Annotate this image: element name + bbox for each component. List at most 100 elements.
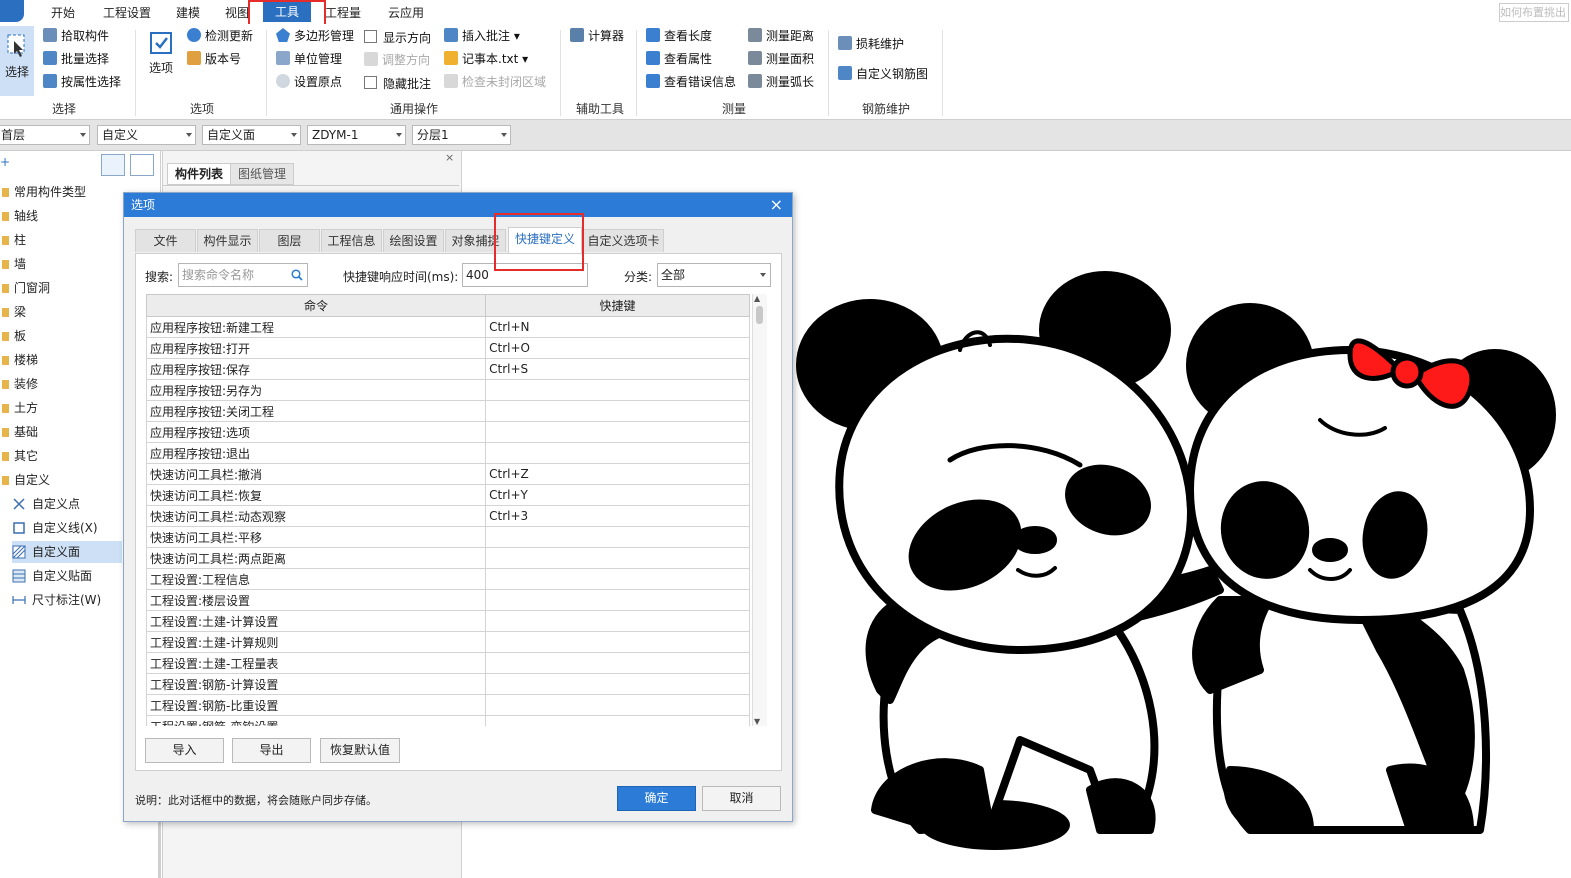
tree-category[interactable]: 常用构件类型 [2,181,86,203]
options-big-button[interactable]: 选项 [143,30,179,90]
tree-category[interactable]: 梁 [2,301,26,323]
cancel-button[interactable]: 取消 [702,786,781,811]
table-row[interactable]: 快速访问工具栏:动态观察 Ctrl+3 [146,505,750,527]
tree-category[interactable]: 楼梯 [2,349,38,371]
tree-item-custom-cladding[interactable]: 自定义贴面 [12,565,98,587]
tree-item-custom-line[interactable]: 自定义线(X) [12,517,104,539]
ok-button[interactable]: 确定 [617,786,696,811]
table-row[interactable]: 工程设置:钢筋-比重设置 [146,694,750,716]
category-select[interactable]: 全部 [657,263,771,287]
shortcut-cell[interactable] [485,589,750,611]
pick-component-button[interactable]: 拾取构件 [43,26,109,46]
shortcut-cell[interactable]: Ctrl+N [485,316,750,338]
tab-drawing-manage[interactable]: 图纸管理 [230,163,294,185]
tab-drawing-settings[interactable]: 绘图设置 [383,229,444,252]
shortcut-cell[interactable] [485,547,750,569]
hide-annotation-checkbox[interactable]: 隐藏批注 [364,74,431,94]
app-logo-icon[interactable] [0,0,24,22]
table-row[interactable]: 工程设置:楼层设置 [146,589,750,611]
shortcut-cell[interactable] [485,715,750,726]
table-row[interactable]: 快速访问工具栏:平移 [146,526,750,548]
shortcut-cell[interactable] [485,568,750,590]
menu-project-settings[interactable]: 工程设置 [103,4,151,21]
shortcut-cell[interactable]: Ctrl+Y [485,484,750,506]
menu-view[interactable]: 视图 [225,4,249,21]
scroll-up-icon[interactable]: ▲ [754,294,760,303]
tab-component-display[interactable]: 构件显示 [197,229,258,252]
table-row[interactable]: 应用程序按钮:打开 Ctrl+O [146,337,750,359]
tree-category[interactable]: 装修 [2,373,38,395]
scroll-down-icon[interactable]: ▼ [754,717,760,726]
tree-category[interactable]: 柱 [2,229,26,251]
menu-quantity[interactable]: 工程量 [325,4,361,21]
show-direction-checkbox[interactable]: 显示方向 [364,28,431,48]
table-row[interactable]: 工程设置:土建-工程量表 [146,652,750,674]
select-by-attribute-button[interactable]: 按属性选择 [43,72,121,92]
select-big-button[interactable]: 选择 [0,26,34,96]
table-row[interactable]: 应用程序按钮:保存 Ctrl+S [146,358,750,380]
batch-select-button[interactable]: 批量选择 [43,49,109,69]
measure-arc-button[interactable]: 测量弧长 [748,72,814,92]
polygon-manage-button[interactable]: 多边形管理 [276,26,354,46]
unit-manage-button[interactable]: 单位管理 [276,49,342,69]
floor-select[interactable]: 首层 [0,125,90,145]
table-row[interactable]: 工程设置:钢筋-弯钩设置 [146,715,750,726]
list-view-icon[interactable] [101,154,125,176]
pin-icon[interactable]: + [0,155,10,169]
menu-home[interactable]: 开始 [51,4,75,21]
shortcut-cell[interactable]: Ctrl+Z [485,463,750,485]
tree-category[interactable]: 墙 [2,253,26,275]
tree-category[interactable]: 轴线 [2,205,38,227]
tree-category[interactable]: 自定义 [2,469,50,491]
panel-close-icon[interactable]: × [445,151,454,164]
command-search-input[interactable]: 搜索命令名称 [178,263,308,287]
shortcut-cell[interactable] [485,673,750,695]
tab-component-list[interactable]: 构件列表 [167,163,231,185]
shortcut-cell[interactable]: Ctrl+O [485,337,750,359]
notepad-button[interactable]: 记事本.txt ▾ [444,49,528,69]
insert-annotation-button[interactable]: 插入批注 ▾ [444,26,520,46]
table-row[interactable]: 快速访问工具栏:两点距离 [146,547,750,569]
table-row[interactable]: 应用程序按钮:退出 [146,442,750,464]
set-origin-button[interactable]: 设置原点 [276,72,342,92]
measure-distance-button[interactable]: 测量距离 [748,26,814,46]
menu-modeling[interactable]: 建模 [176,4,200,21]
export-button[interactable]: 导出 [232,738,311,763]
table-row[interactable]: 应用程序按钮:选项 [146,421,750,443]
table-row[interactable]: 快速访问工具栏:撤消 Ctrl+Z [146,463,750,485]
component-select[interactable]: ZDYM-1 [307,125,406,145]
restore-defaults-button[interactable]: 恢复默认值 [320,738,400,763]
check-update-button[interactable]: 检测更新 [187,26,253,46]
table-row[interactable]: 工程设置:钢筋-计算设置 [146,673,750,695]
tree-item-custom-face[interactable]: 自定义面 [12,541,122,563]
import-button[interactable]: 导入 [145,738,224,763]
shortcut-cell[interactable] [485,526,750,548]
tree-category[interactable]: 土方 [2,397,38,419]
help-search-input[interactable]: 如何布置挑出 [1499,3,1569,22]
version-button[interactable]: 版本号 [187,49,241,69]
view-errors-button[interactable]: 查看错误信息 [646,72,736,92]
tree-category[interactable]: 基础 [2,421,38,443]
view-properties-button[interactable]: 查看属性 [646,49,712,69]
shortcut-cell[interactable] [485,652,750,674]
search-icon[interactable] [291,269,303,281]
loss-maintenance-button[interactable]: 损耗维护 [838,34,904,54]
table-row[interactable]: 应用程序按钮:另存为 [146,379,750,401]
tree-category[interactable]: 其它 [2,445,38,467]
calculator-button[interactable]: 计算器 [570,26,624,46]
shortcut-cell[interactable] [485,694,750,716]
layer-select[interactable]: 分层1 [412,125,511,145]
type-select[interactable]: 自定义 [97,125,196,145]
shortcut-cell[interactable] [485,631,750,653]
grid-view-icon[interactable] [130,154,154,176]
shortcut-cell[interactable] [485,379,750,401]
table-row[interactable]: 应用程序按钮:关闭工程 [146,400,750,422]
tree-category[interactable]: 门窗洞 [2,277,50,299]
table-row[interactable]: 工程设置:土建-计算规则 [146,631,750,653]
tab-project-info[interactable]: 工程信息 [321,229,382,252]
shortcut-cell[interactable] [485,421,750,443]
tab-custom-tabs[interactable]: 自定义选项卡 [583,229,664,252]
tab-file[interactable]: 文件 [135,229,196,252]
table-row[interactable]: 工程设置:土建-计算设置 [146,610,750,632]
measure-area-button[interactable]: 测量面积 [748,49,814,69]
